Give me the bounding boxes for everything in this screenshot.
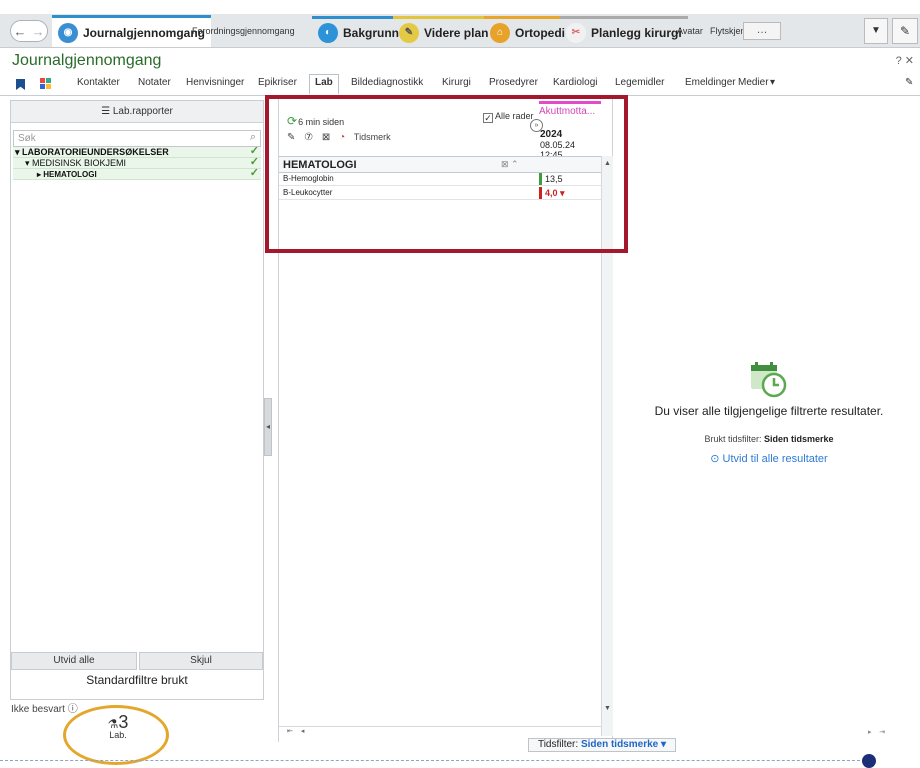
check-icon[interactable]: ✓ [250, 168, 259, 179]
color-blocks-icon[interactable] [40, 78, 52, 90]
forward-arrow-icon[interactable]: → [32, 24, 45, 39]
status-dot [862, 754, 876, 768]
tree-item-medisinsk-biokjemi[interactable]: ▾ MEDISINSK BIOKJEMI ✓ [13, 157, 261, 169]
tree-buttons: Utvid alle Skjul [11, 652, 263, 670]
search-input[interactable]: Søk ⌕ [13, 130, 261, 147]
tab-label: Avatar [677, 26, 703, 36]
search-placeholder: Søk [18, 133, 36, 144]
scroll-left-icon[interactable]: ◂ [301, 728, 305, 735]
horizontal-scrollbar[interactable]: ⇤ ◂ [279, 726, 601, 738]
plan-tab-icon: ✎ [399, 22, 419, 43]
subnav-prosedyrer[interactable]: Prosedyrer [489, 77, 538, 88]
tab-videre-plan[interactable]: ✎ Videre plan [393, 16, 495, 46]
tab-label: Ortopedi [515, 25, 565, 40]
tree-item-laboratorieundersokelser[interactable]: ▾ LABORATORIEUNDERSØKELSER ✓ [13, 146, 261, 158]
back-forward-buttons[interactable]: ← → [10, 20, 48, 42]
subnav-kardiologi[interactable]: Kardiologi [553, 77, 597, 88]
subnav-legemidler[interactable]: Legemidler [615, 77, 664, 88]
subnav-medier[interactable]: Medier [738, 77, 769, 88]
background-tab-icon: ◐ [318, 22, 338, 43]
tab-label: Bakgrunn [343, 25, 400, 40]
time-filter-value: Siden tidsmerke [764, 434, 834, 444]
help-close-icons[interactable]: ? ✕ [896, 54, 914, 67]
highlight-circle [63, 705, 169, 765]
subnav-emeldinger[interactable]: Emeldinger [685, 77, 736, 88]
scroll-first-icon[interactable]: ⇤ [287, 728, 293, 735]
right-scroll-arrows[interactable]: ▸ ⇥ [868, 728, 885, 736]
activity-subnav: Kontakter Notater Henvisninger Epikriser… [0, 72, 920, 96]
applied-time-filter: Brukt tidsfilter: Siden tidsmerke [640, 434, 898, 444]
highlight-box [265, 95, 628, 253]
back-arrow-icon[interactable]: ← [14, 24, 27, 39]
tree-item-label: ▾ LABORATORIEUNDERSØKELSER [15, 147, 169, 157]
search-icon[interactable]: ⌕ [250, 131, 256, 144]
tab-label: Videre plan [424, 25, 489, 40]
dotted-divider [0, 760, 870, 761]
time-filter-button-label: Tidsfilter: [537, 739, 579, 750]
lab-tree-panel: ☰ Lab.rapporter Søk ⌕ ▾ LABORATORIEUNDER… [10, 100, 264, 700]
subnav-notater[interactable]: Notater [138, 77, 171, 88]
tree-item-label: ▸ HEMATOLOGI [37, 170, 97, 179]
time-filter-button-value: Siden tidsmerke ▾ [580, 739, 667, 750]
kirurgi-tab-icon: ✂ [566, 22, 586, 43]
standard-filters-label[interactable]: Standardfiltre brukt [11, 673, 263, 687]
calendar-clock-icon [751, 362, 787, 398]
ortopedi-tab-icon: ⌂ [490, 22, 510, 43]
tab-label: Planlegg kirurgi [591, 25, 682, 40]
subnav-epikriser[interactable]: Epikriser [258, 77, 297, 88]
page-title: Journalgjennomgang [12, 52, 162, 69]
expand-all-results-link[interactable]: ⊙ Utvid til alle resultater [640, 452, 898, 465]
time-filter-label: Brukt tidsfilter: [704, 434, 762, 444]
ikke-besvart-label[interactable]: Ikke besvart ⓘ [11, 700, 78, 715]
subnav-henvisninger[interactable]: Henvisninger [186, 77, 244, 88]
tab-forordningsgjennomgang[interactable]: Forordningsgjennomgang [186, 16, 301, 46]
subnav-more-dropdown-icon[interactable]: ▾ [770, 77, 775, 88]
tab-ortopedi[interactable]: ⌂ Ortopedi [484, 16, 571, 46]
tab-bar: ← → ◉ Journalgjennomgang Forordningsgjen… [0, 14, 920, 48]
expand-all-button[interactable]: Utvid alle [11, 652, 137, 670]
scroll-down-icon[interactable]: ▼ [604, 705, 611, 712]
subnav-wrench-icon[interactable]: ✎ [905, 77, 913, 88]
tab-label: Forordningsgjennomgang [192, 26, 295, 36]
more-tabs-button[interactable]: … [743, 22, 781, 40]
journal-tab-icon: ◉ [58, 22, 78, 43]
lab-reports-button[interactable]: ☰ Lab.rapporter [11, 101, 263, 123]
tree-item-hematologi[interactable]: ▸ HEMATOLOGI ✓ [13, 168, 261, 180]
wrench-icon[interactable]: ✎ [892, 18, 918, 44]
collapse-panel-handle[interactable]: ◂ [264, 398, 272, 456]
tab-bakgrunn[interactable]: ◐ Bakgrunn [312, 16, 406, 46]
hide-button[interactable]: Skjul [139, 652, 263, 670]
subnav-kontakter[interactable]: Kontakter [77, 77, 120, 88]
bookmark-flag-icon[interactable] [16, 79, 25, 90]
time-filter-button[interactable]: Tidsfilter: Siden tidsmerke ▾ [528, 738, 676, 752]
subnav-lab[interactable]: Lab [309, 74, 339, 95]
subnav-bildediagnostikk[interactable]: Bildediagnostikk [351, 77, 423, 88]
tabs-dropdown-button[interactable]: ▼ [864, 18, 888, 44]
tab-planlegg-kirurgi[interactable]: ✂ Planlegg kirurgi [560, 16, 688, 46]
empty-state-message: Du viser alle tilgjengelige filtrerte re… [654, 404, 884, 418]
subnav-kirurgi[interactable]: Kirurgi [442, 77, 471, 88]
tree-item-label: ▾ MEDISINSK BIOKJEMI [25, 158, 127, 168]
